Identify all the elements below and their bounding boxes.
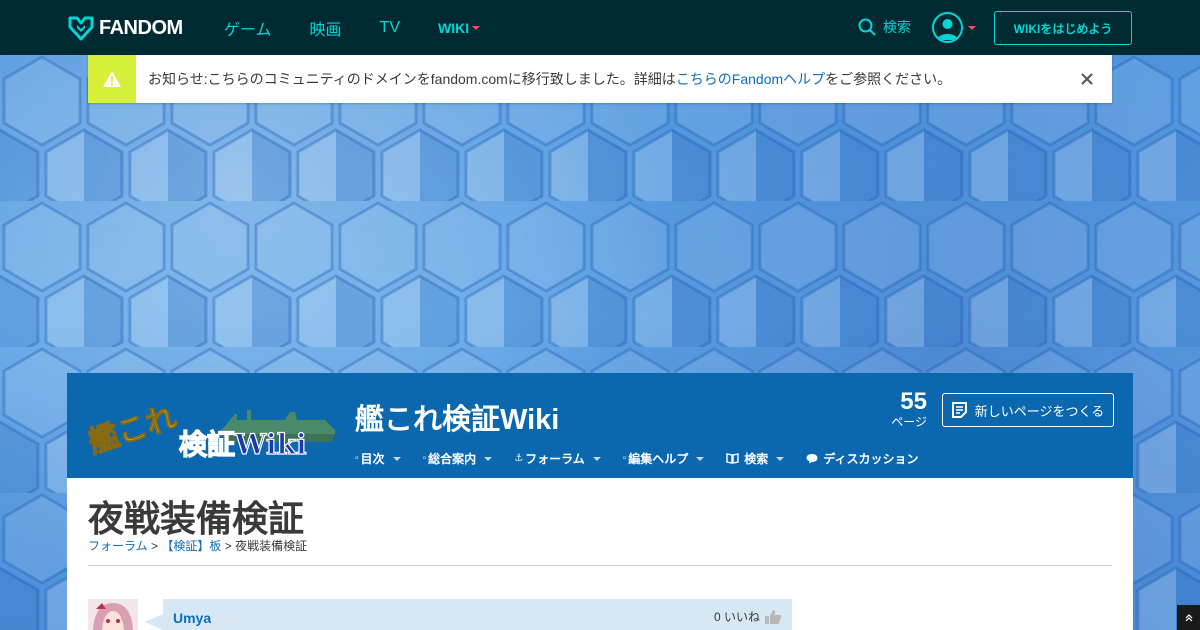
breadcrumb-forum-link[interactable]: フォーラム [88,539,148,553]
chevron-down-icon [696,456,705,461]
notice-banner: お知らせ:こちらのコミュニティのドメインをfandom.comに移行致しました。… [88,55,1112,103]
wiki-wordmark-logo[interactable]: 艦これ 検証Wiki [85,390,337,462]
chevron-down-icon [484,456,493,461]
chevron-down-icon [776,456,785,461]
wiki-nav-label: 検索 [744,452,769,466]
book-icon [726,453,739,464]
list-icon: ▫ [355,453,359,464]
chevron-down-icon [472,25,481,30]
warning-icon [103,71,121,87]
scroll-to-top-button[interactable] [1177,605,1200,630]
nav-games[interactable]: ゲーム [224,16,272,40]
wiki-nav-label: 総合案内 [428,452,477,466]
wiki-nav-edit-help[interactable]: ▫ 編集ヘルプ [623,450,705,467]
new-page-button[interactable]: 新しいページをつくる [942,393,1114,427]
edit-icon: ▫ [622,453,627,464]
user-avatar-icon [932,12,963,43]
chevron-up-icon [1185,613,1192,621]
chevron-down-icon [968,25,976,30]
nav-movies[interactable]: 映画 [310,16,342,40]
search-label: 検索 [883,19,911,35]
page-counter: 55 ページ [887,388,927,430]
wiki-nav-label: 編集ヘルプ [628,452,689,466]
new-page-label: 新しいページをつくる [974,403,1105,419]
search-icon [858,18,876,36]
breadcrumb-separator: > [150,539,158,553]
forum-post: Umya 0 いいね [163,599,792,630]
wiki-nav-contents[interactable]: ▫ 目次 [355,450,401,467]
wiki-nav-discussions[interactable]: ディスカッション [806,450,918,467]
notice-icon-box [88,55,136,103]
post-likes: 0 いいね [714,608,782,625]
community-header: 艦これ 検証Wiki 艦これ検証Wiki 55 ページ 新しいページをつくる ▫… [67,373,1133,478]
fandom-heart-icon [68,16,94,41]
fandom-global-nav: FANDOM ゲーム 映画 TV WIKI 検索 WIKIをはじめよう [0,0,1200,55]
post-pointer [145,614,163,630]
notice-text-before: お知らせ:こちらのコミュニティのドメインをfandom.comに移行致しました。… [148,71,676,87]
global-search-button[interactable]: 検索 [858,17,911,37]
nav-tv[interactable]: TV [380,19,400,37]
nav-wiki-dropdown[interactable]: WIKI [438,19,481,36]
breadcrumb-separator: > [224,539,232,553]
speech-bubble-icon [806,454,818,464]
user-menu[interactable] [932,12,976,43]
anchor-icon: ⚓ [514,453,524,464]
fandom-logo[interactable]: FANDOM [67,14,183,42]
wiki-nav-forum[interactable]: ⚓ フォーラム [514,450,601,467]
logo-text-2: 検証Wiki [179,428,307,461]
breadcrumb: フォーラム > 【検証】板 > 夜戦装備検証 [88,537,307,554]
wiki-nav-guide[interactable]: ▫ 総合案内 [423,450,493,467]
wiki-nav-label: フォーラム [525,452,585,466]
thumbs-up-icon[interactable] [764,609,782,625]
breadcrumb-board-link[interactable]: 【検証】板 [161,539,221,553]
page-content: 夜戦装備検証 フォーラム > 【検証】板 > 夜戦装備検証 Umya 0 いいね [67,478,1133,630]
nav-wiki-label: WIKI [438,19,470,36]
chevron-down-icon [392,456,401,461]
notice-help-link[interactable]: こちらのFandomヘルプ [676,71,825,87]
page-add-icon [951,402,967,418]
page-count-number: 55 [900,388,927,415]
likes-count: 0 いいね [713,610,760,624]
page-title: 夜戦装備検証 [88,499,305,540]
wiki-navigation: ▫ 目次 ▫ 総合案内 ⚓ フォーラム ▫ 編集ヘルプ 検索 ディスカッション [355,450,940,467]
wiki-title[interactable]: 艦これ検証Wiki [355,396,559,438]
breadcrumb-current: 夜戦装備検証 [235,539,308,553]
info-icon: ▫ [422,453,427,464]
notice-message: お知らせ:こちらのコミュニティのドメインをfandom.comに移行致しました。… [148,69,951,89]
avatar[interactable] [88,599,138,630]
notice-text-after: をご参照ください。 [825,71,952,87]
wiki-nav-label: 目次 [360,452,385,466]
close-icon[interactable] [1078,70,1096,88]
fandom-wordmark: FANDOM [99,16,183,39]
chevron-down-icon [592,456,601,461]
start-a-wiki-button[interactable]: WIKIをはじめよう [994,11,1132,45]
post-author-link[interactable]: Umya [173,610,211,626]
divider [88,565,1112,566]
wiki-nav-label: ディスカッション [823,452,919,466]
top-navigation: ゲーム 映画 TV WIKI [224,0,481,55]
wiki-nav-search[interactable]: 検索 [726,450,785,467]
page-count-label: ページ [891,415,927,429]
